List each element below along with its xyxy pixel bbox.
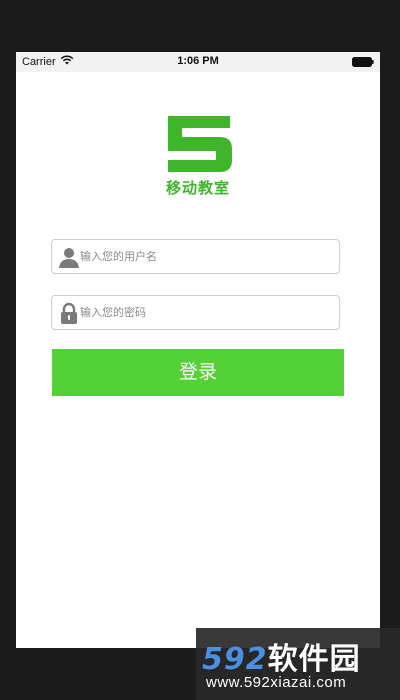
watermark-brand: 592软件园 [202, 634, 361, 678]
username-input[interactable] [80, 240, 330, 273]
battery-icon [352, 57, 374, 67]
username-field[interactable] [51, 239, 340, 274]
status-bar: Carrier 1:06 PM [16, 52, 380, 72]
login-button[interactable]: 登录 [52, 349, 344, 396]
watermark: 592软件园 www.592xiazai.com [196, 628, 400, 700]
device-frame: Carrier 1:06 PM 移动教室 输入您的用户名 登录 592软件园 w… [0, 0, 400, 700]
watermark-text: 软件园 [267, 642, 361, 677]
app-title: 移动教室 [165, 179, 230, 197]
watermark-url: www.592xiazai.com [206, 674, 347, 691]
password-field[interactable] [51, 295, 340, 330]
user-icon [58, 246, 80, 268]
status-time: 1:06 PM [177, 55, 219, 67]
password-input[interactable] [80, 296, 330, 329]
watermark-number: 592 [202, 642, 268, 677]
lock-icon [58, 302, 80, 324]
logo-5-icon [162, 114, 234, 174]
phone-screen: Carrier 1:06 PM 移动教室 输入您的用户名 登录 [16, 52, 380, 648]
